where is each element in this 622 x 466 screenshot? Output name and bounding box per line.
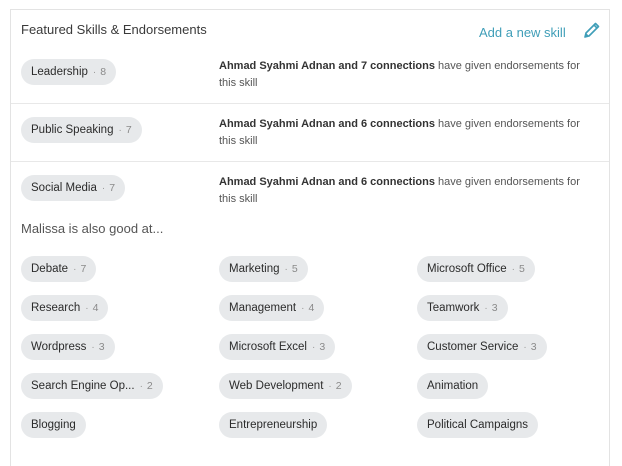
endorsement-count: 7: [125, 124, 132, 136]
skill-name: Microsoft Office: [427, 263, 507, 275]
skill-name: Marketing: [229, 263, 280, 275]
endorsement-count: 2: [335, 380, 342, 392]
endorsers-link[interactable]: Ahmad Syahmi Adnan and 6 connections: [219, 176, 435, 188]
featured-skill-row: Leadership · 8 Ahmad Syahmi Adnan and 7 …: [11, 46, 609, 104]
skill-name: Customer Service: [427, 341, 519, 353]
endorsement-count: 8: [100, 66, 107, 78]
endorsement-count: 2: [146, 380, 153, 392]
skill-name: Blogging: [31, 419, 76, 431]
skill-pill[interactable]: Research · 4: [21, 295, 109, 321]
skill-name: Entrepreneurship: [229, 419, 318, 431]
pencil-icon[interactable]: [582, 20, 602, 40]
add-new-skill-link[interactable]: Add a new skill: [479, 25, 566, 40]
section-title: Featured Skills & Endorsements: [21, 22, 207, 37]
skill-pill-public-speaking[interactable]: Public Speaking · 7: [21, 117, 142, 143]
skill-pill[interactable]: Entrepreneurship: [219, 412, 328, 438]
skill-name: Animation: [427, 380, 479, 392]
skill-pill[interactable]: Wordpress · 3: [21, 334, 115, 360]
skill-pill-social-media[interactable]: Social Media · 7: [21, 175, 126, 201]
skill-pill[interactable]: Search Engine Op... · 2: [21, 373, 163, 399]
endorsement-count: 4: [92, 302, 99, 314]
endorsement-count: 3: [530, 341, 537, 353]
endorsement-count: 3: [491, 302, 498, 314]
skills-card: Featured Skills & Endorsements Add a new…: [10, 9, 610, 466]
skill-pill[interactable]: Teamwork · 3: [417, 295, 508, 321]
skill-pill[interactable]: Management · 4: [219, 295, 325, 321]
skill-pill[interactable]: Debate · 7: [21, 256, 97, 282]
also-good-at-label: Malissa is also good at...: [21, 221, 164, 236]
skill-name: Political Campaigns: [427, 419, 528, 431]
endorsement-text: Ahmad Syahmi Adnan and 7 connections hav…: [219, 60, 580, 89]
skill-name: Management: [229, 302, 297, 314]
endorsement-count: 4: [308, 302, 315, 314]
card-header: Featured Skills & Endorsements Add a new…: [11, 10, 609, 50]
skill-name: Web Development: [229, 380, 324, 392]
skill-name: Leadership: [31, 66, 88, 78]
skill-name: Teamwork: [427, 302, 480, 314]
skill-pill[interactable]: Marketing · 5: [219, 256, 308, 282]
endorsers-link[interactable]: Ahmad Syahmi Adnan and 6 connections: [219, 118, 435, 130]
endorsement-text: Ahmad Syahmi Adnan and 6 connections hav…: [219, 176, 580, 205]
skill-name: Research: [31, 302, 81, 314]
skill-pill[interactable]: Customer Service · 3: [417, 334, 547, 360]
skill-name: Social Media: [31, 182, 97, 194]
endorsement-count: 7: [109, 182, 116, 194]
featured-skill-row: Social Media · 7 Ahmad Syahmi Adnan and …: [11, 162, 609, 220]
endorsement-count: 5: [291, 263, 298, 275]
endorsement-count: 7: [80, 263, 87, 275]
skill-name: Microsoft Excel: [229, 341, 307, 353]
endorsement-count: 5: [519, 263, 525, 275]
skill-pill-leadership[interactable]: Leadership · 8: [21, 59, 117, 85]
skill-pill[interactable]: Animation: [417, 373, 489, 399]
skill-name: Debate: [31, 263, 69, 275]
skill-pill[interactable]: Blogging: [21, 412, 86, 438]
endorsement-text: Ahmad Syahmi Adnan and 6 connections hav…: [219, 118, 580, 147]
skill-name: Public Speaking: [31, 124, 114, 136]
featured-skill-row: Public Speaking · 7 Ahmad Syahmi Adnan a…: [11, 104, 609, 162]
skill-pill[interactable]: Political Campaigns: [417, 412, 538, 438]
endorsement-count: 3: [319, 341, 326, 353]
skill-pill[interactable]: Microsoft Excel · 3: [219, 334, 336, 360]
skill-pill[interactable]: Microsoft Office · 5: [417, 256, 535, 282]
endorsement-count: 3: [98, 341, 105, 353]
skill-pill[interactable]: Web Development · 2: [219, 373, 352, 399]
skill-name: Wordpress: [31, 341, 87, 353]
endorsers-link[interactable]: Ahmad Syahmi Adnan and 7 connections: [219, 60, 435, 72]
skill-name: Search Engine Op...: [31, 380, 135, 392]
